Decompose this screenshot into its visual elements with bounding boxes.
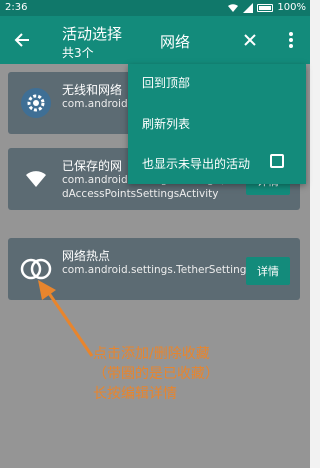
wifi-signal-icon — [228, 3, 239, 12]
tutorial-arrow-icon — [38, 280, 94, 357]
tutorial-annotation: 点击添加/删除收藏 （带圈的是已收藏） 长按编辑详情 — [93, 344, 219, 404]
status-icons: 100% — [227, 2, 306, 13]
show-unexported-checkbox[interactable] — [270, 154, 284, 168]
menu-item-scroll-top[interactable]: 回到顶部 — [142, 74, 190, 91]
wifi-icon — [26, 171, 46, 187]
menu-item-refresh[interactable]: 刷新列表 — [142, 115, 190, 132]
battery-icon — [257, 3, 274, 12]
annotation-line: 长按编辑详情 — [93, 386, 177, 402]
detail-button[interactable]: 详情 — [246, 257, 290, 285]
result-count: 共3个 — [62, 46, 94, 60]
back-arrow-icon[interactable] — [12, 30, 32, 50]
cell-signal-icon — [243, 2, 254, 13]
activity-package: com.android.settings.TetherSettings — [62, 264, 252, 276]
menu-item-show-unexported[interactable]: 也显示未导出的活动 — [142, 155, 250, 172]
activity-title: 无线和网络 — [62, 83, 123, 97]
activity-title: 网络热点 — [62, 249, 111, 263]
battery-percent: 100% — [277, 2, 306, 13]
search-input[interactable]: 网络 — [160, 31, 190, 52]
overflow-menu: 回到顶部 刷新列表 也显示未导出的活动 — [128, 64, 306, 184]
settings-gear-icon — [21, 88, 51, 118]
close-icon[interactable] — [240, 30, 260, 50]
annotation-line: 点击添加/删除收藏 — [93, 346, 210, 362]
annotation-line: （带圈的是已收藏） — [93, 366, 219, 382]
status-time: 2:36 — [5, 2, 28, 13]
more-vert-icon[interactable] — [284, 30, 298, 50]
status-bar: 2:36 100% — [0, 0, 310, 16]
page-title: 活动选择 — [62, 25, 123, 43]
app-bar: 活动选择 共3个 网络 — [0, 16, 310, 64]
activity-title: 已保存的网 — [62, 159, 123, 173]
